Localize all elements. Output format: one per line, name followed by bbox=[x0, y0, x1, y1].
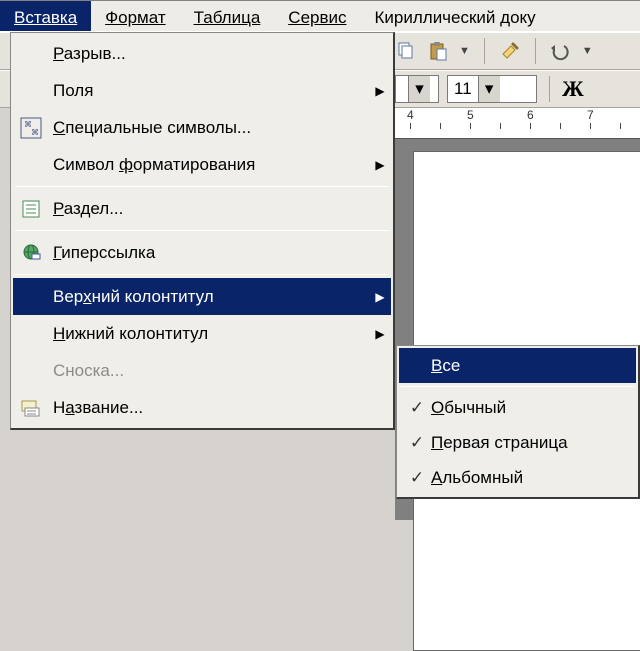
undo-icon[interactable] bbox=[550, 40, 572, 62]
menu-footnote: Сноска... bbox=[13, 352, 391, 389]
menu-cyrillic-doc[interactable]: Кириллический доку bbox=[361, 1, 550, 31]
bold-button[interactable]: Ж bbox=[562, 76, 584, 102]
submenu-all[interactable]: Все bbox=[399, 348, 636, 383]
menu-footer[interactable]: Нижний колонтитул ▶ bbox=[13, 315, 391, 352]
menu-section[interactable]: Раздел... bbox=[13, 190, 391, 227]
menu-break[interactable]: Разрыв... bbox=[13, 35, 391, 72]
menu-format[interactable]: Формат bbox=[91, 1, 179, 31]
menu-hyperlink[interactable]: Гиперссылка bbox=[13, 234, 391, 271]
separator bbox=[15, 274, 389, 275]
separator bbox=[401, 386, 634, 387]
check-icon: ✓ bbox=[403, 433, 431, 453]
horizontal-ruler: 4 5 6 7 bbox=[395, 108, 640, 138]
separator bbox=[549, 76, 550, 102]
insert-dropdown: Разрыв... Поля ▶ ⌘⌘ Специальные символы.… bbox=[10, 32, 395, 430]
menubar: Вставка Формат Таблица Сервис Кирилличес… bbox=[0, 0, 640, 32]
chevron-right-icon: ▶ bbox=[369, 290, 391, 304]
separator bbox=[15, 186, 389, 187]
menu-formatting-mark[interactable]: Символ форматирования ▶ bbox=[13, 146, 391, 183]
chevron-right-icon: ▶ bbox=[369, 327, 391, 341]
chevron-right-icon: ▶ bbox=[369, 158, 391, 172]
separator bbox=[484, 38, 485, 64]
chevron-down-icon: ▾ bbox=[478, 76, 500, 102]
menu-service[interactable]: Сервис bbox=[274, 1, 360, 31]
menu-fields[interactable]: Поля ▶ bbox=[13, 72, 391, 109]
submenu-first-page[interactable]: ✓ Первая страница bbox=[399, 425, 636, 460]
menu-table[interactable]: Таблица bbox=[180, 1, 275, 31]
svg-text:⌘: ⌘ bbox=[31, 128, 39, 137]
section-icon bbox=[13, 190, 49, 227]
separator bbox=[15, 230, 389, 231]
submenu-landscape[interactable]: ✓ Альбомный bbox=[399, 460, 636, 495]
chevron-down-icon: ▾ bbox=[408, 76, 430, 102]
font-size-combo[interactable]: 11 ▾ bbox=[447, 75, 537, 103]
font-size-value: 11 bbox=[448, 79, 478, 99]
submenu-default[interactable]: ✓ Обычный bbox=[399, 390, 636, 425]
check-icon: ✓ bbox=[403, 398, 431, 418]
format-paintbrush-icon[interactable] bbox=[499, 40, 521, 62]
menu-caption[interactable]: Название... bbox=[13, 389, 391, 426]
chevron-right-icon: ▶ bbox=[369, 84, 391, 98]
copy-icon[interactable] bbox=[395, 40, 417, 62]
check-icon: ✓ bbox=[403, 468, 431, 488]
link-icon bbox=[13, 234, 49, 271]
header-submenu: Все ✓ Обычный ✓ Первая страница ✓ Альбом… bbox=[396, 345, 640, 499]
special-chars-icon: ⌘⌘ bbox=[13, 109, 49, 146]
combo-unknown[interactable]: ▾ bbox=[395, 75, 439, 103]
menu-insert[interactable]: Вставка bbox=[0, 1, 91, 31]
separator bbox=[535, 38, 536, 64]
menu-header[interactable]: Верхний колонтитул ▶ bbox=[13, 278, 391, 315]
paste-icon[interactable] bbox=[427, 40, 449, 62]
menu-special-chars[interactable]: ⌘⌘ Специальные символы... bbox=[13, 109, 391, 146]
caption-icon bbox=[13, 389, 49, 426]
